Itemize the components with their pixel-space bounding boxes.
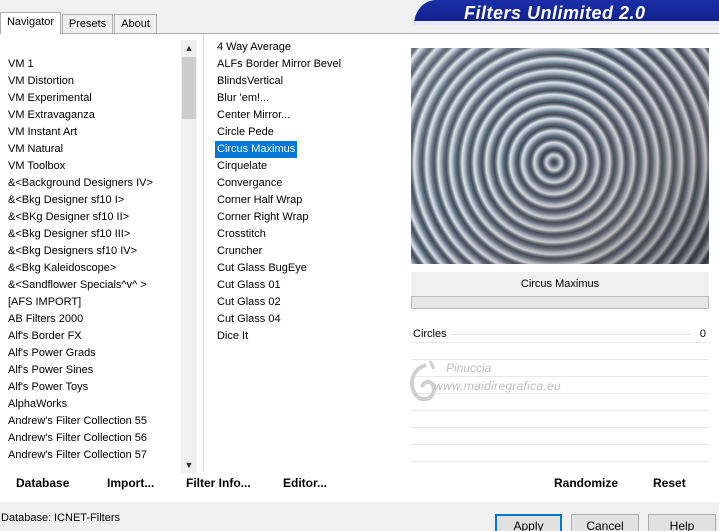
cancel-button[interactable]: Cancel	[571, 514, 639, 531]
tab-about[interactable]: About	[114, 14, 157, 33]
randomize-button[interactable]: Randomize	[554, 476, 618, 490]
filter-item[interactable]: 4 Way Average	[217, 39, 291, 56]
category-item[interactable]: AlphaWorks	[8, 396, 67, 413]
category-item[interactable]: VM 1	[8, 56, 34, 73]
parameter-row-empty	[411, 428, 709, 445]
preview-image	[411, 48, 709, 264]
database-status-value: ICNET-Filters	[54, 512, 120, 524]
category-item[interactable]: &<Bkg Kaleidoscope>	[8, 260, 116, 277]
category-item[interactable]: &<BKg Designer sf10 II>	[8, 209, 129, 226]
category-item[interactable]: VM Experimental	[8, 90, 92, 107]
filter-item-selected[interactable]: Circus Maximus	[215, 141, 298, 158]
bottom-toolbar: Database Import... Filter Info... Editor…	[0, 470, 719, 500]
category-item[interactable]: VM Distortion	[8, 73, 74, 90]
category-item[interactable]: Andrew's Filter Collection 55	[8, 413, 147, 430]
scrollbar-thumb[interactable]	[182, 57, 196, 119]
filter-item[interactable]: Corner Right Wrap	[217, 209, 309, 226]
watermark: Pinuccia www.maidiregrafica.eu	[400, 359, 610, 419]
chevron-up-icon[interactable]: ▲	[181, 40, 197, 56]
tab-navigator[interactable]: Navigator	[0, 12, 61, 34]
filter-item[interactable]: Corner Half Wrap	[217, 192, 302, 209]
reset-button[interactable]: Reset	[653, 476, 686, 490]
parameter-row-empty	[411, 445, 709, 462]
watermark-url: www.maidiregrafica.eu	[434, 379, 562, 393]
category-item[interactable]: VM Instant Art	[8, 124, 77, 141]
progress-bar	[411, 296, 709, 309]
filter-item[interactable]: Cirquelate	[217, 158, 267, 175]
category-item[interactable]: [AFS IMPORT]	[8, 294, 81, 311]
category-item[interactable]: &<Bkg Designer sf10 III>	[8, 226, 130, 243]
filter-item[interactable]: Crosstitch	[217, 226, 266, 243]
category-item[interactable]: VM Toolbox	[8, 158, 65, 175]
filter-item[interactable]: Cut Glass 02	[217, 294, 281, 311]
category-item[interactable]: Alf's Border FX	[8, 328, 82, 345]
app-title-banner: Filters Unlimited 2.0	[414, 0, 719, 25]
parameter-row-circles[interactable]: Circles 0	[411, 326, 709, 343]
tab-presets[interactable]: Presets	[62, 14, 113, 33]
filter-item[interactable]: Cut Glass 01	[217, 277, 281, 294]
filter-item[interactable]: Circle Pede	[217, 124, 274, 141]
filter-item[interactable]: Blur 'em!...	[217, 90, 269, 107]
import-button[interactable]: Import...	[107, 476, 154, 490]
parameter-label: Circles	[413, 328, 447, 340]
category-item[interactable]: AB Filters 2000	[8, 311, 83, 328]
category-item[interactable]: &<Sandflower Specials^v^ >	[8, 277, 147, 294]
navigator-panel: VM 1 VM Distortion VM Experimental VM Extra…	[0, 33, 719, 502]
category-item[interactable]: VM Natural	[8, 141, 63, 158]
filter-item[interactable]: BlindsVertical	[217, 73, 283, 90]
filter-item[interactable]: Convergance	[217, 175, 282, 192]
category-list[interactable]: VM 1 VM Distortion VM Experimental VM Extra…	[0, 34, 181, 471]
filter-item[interactable]: Dice It	[217, 328, 248, 345]
category-item[interactable]: Alf's Power Toys	[8, 379, 88, 396]
database-button[interactable]: Database	[16, 476, 69, 490]
apply-button[interactable]: Apply	[495, 514, 562, 531]
filter-item[interactable]: ALFs Border Mirror Bevel	[217, 56, 341, 73]
parameter-row-empty	[411, 343, 709, 360]
category-item[interactable]: VM Extravaganza	[8, 107, 95, 124]
editor-button[interactable]: Editor...	[283, 476, 327, 490]
watermark-name: Pinuccia	[446, 361, 492, 375]
filter-item[interactable]: Cut Glass 04	[217, 311, 281, 328]
filter-list[interactable]: 4 Way Average ALFs Border Mirror Bevel Bli…	[203, 34, 400, 471]
category-item[interactable]: Andrew's Filter Collection 57	[8, 447, 147, 464]
category-item[interactable]: Alf's Power Grads	[8, 345, 96, 362]
preview-filter-name: Circus Maximus	[411, 272, 709, 296]
filter-item[interactable]: Cruncher	[217, 243, 262, 260]
category-scrollbar[interactable]: ▲ ▼	[181, 40, 197, 473]
filter-item[interactable]: Center Mirror...	[217, 107, 290, 124]
category-item[interactable]: &<Bkg Designer sf10 I>	[8, 192, 124, 209]
category-item[interactable]: Alf's Power Sines	[8, 362, 93, 379]
parameter-slider[interactable]	[451, 334, 691, 335]
filter-info-button[interactable]: Filter Info...	[186, 476, 251, 490]
filter-item[interactable]: Cut Glass BugEye	[217, 260, 307, 277]
category-item[interactable]: Andrew's Filter Collection 56	[8, 430, 147, 447]
category-item[interactable]: &<Background Designers IV>	[8, 175, 153, 192]
parameter-value: 0	[699, 328, 706, 340]
help-button[interactable]: Help	[648, 514, 716, 531]
category-item[interactable]: &<Bkg Designers sf10 IV>	[8, 243, 137, 260]
database-status-label: Database:	[1, 512, 52, 524]
app-title: Filters Unlimited 2.0	[464, 3, 646, 23]
